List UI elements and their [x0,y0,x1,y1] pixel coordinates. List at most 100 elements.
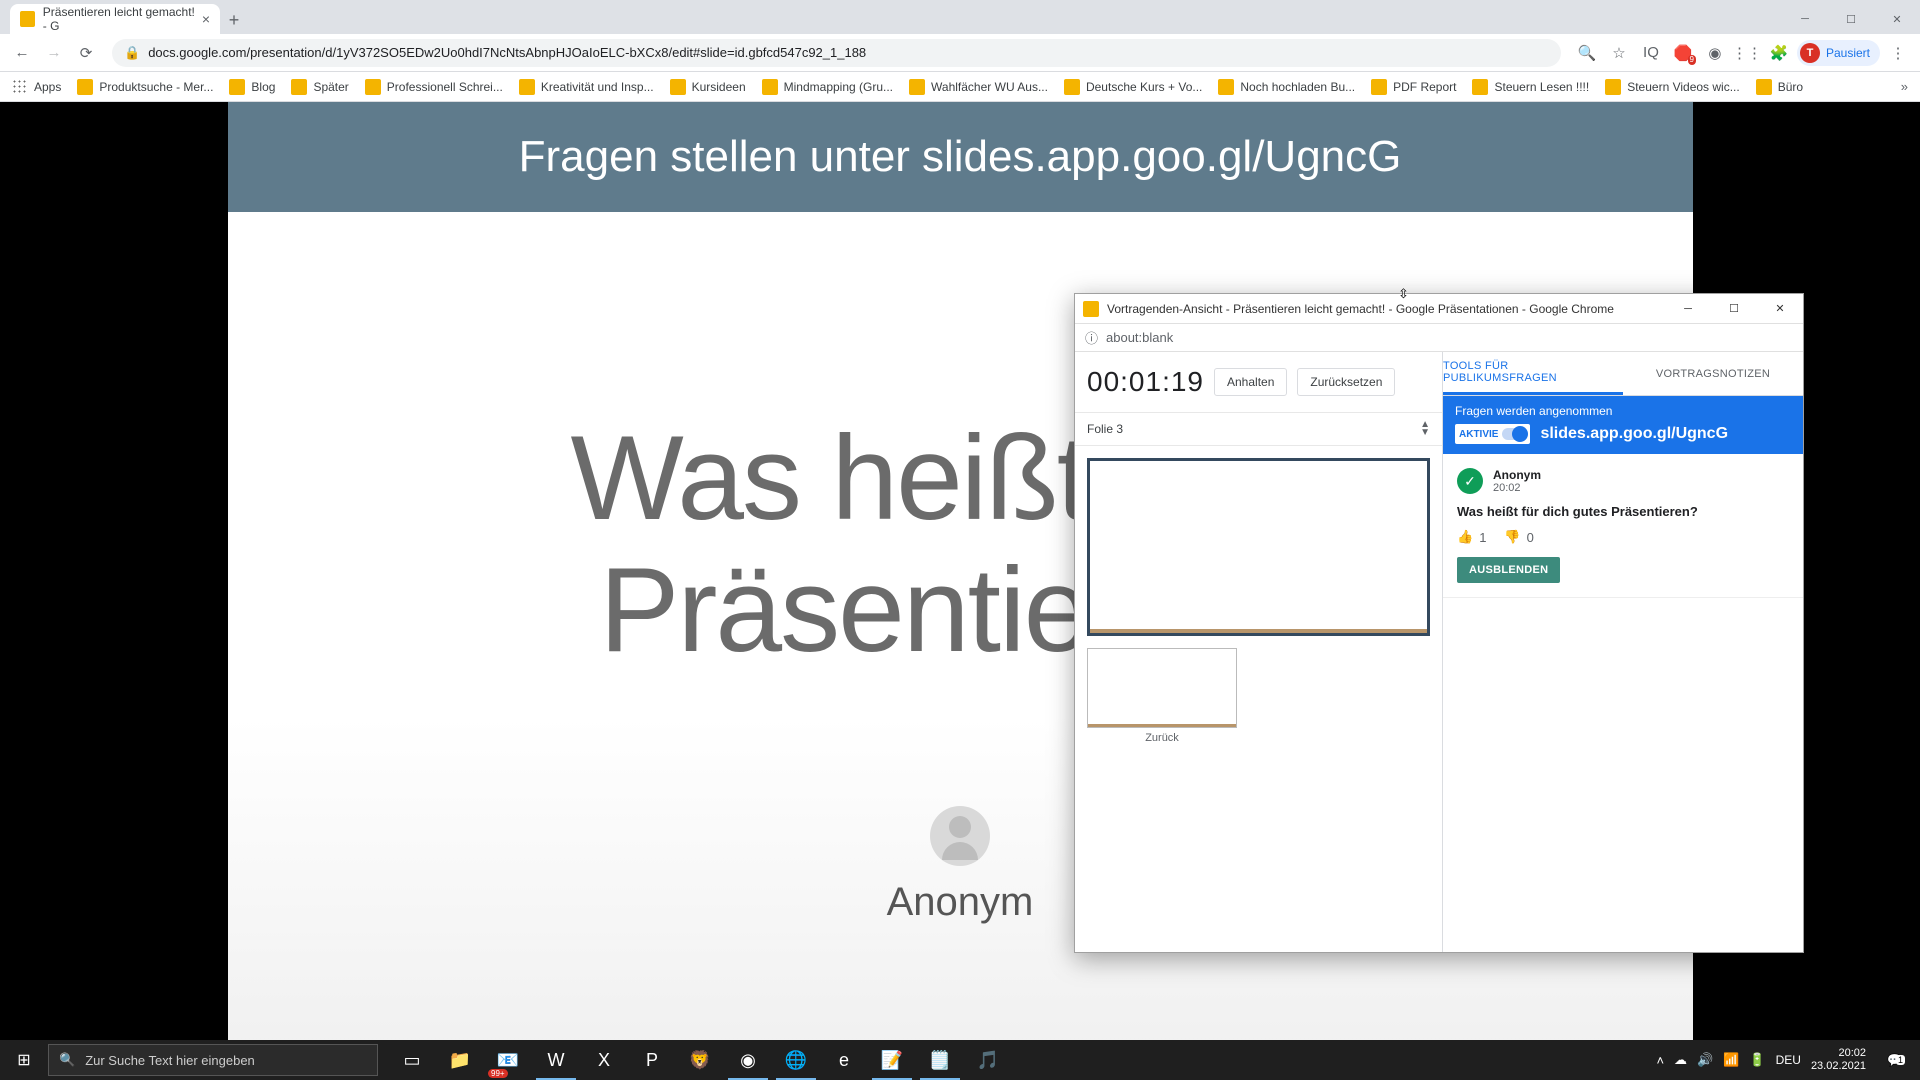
tab-close-icon[interactable]: × [202,11,210,27]
pause-timer-button[interactable]: Anhalten [1214,368,1287,396]
extension-iq-icon[interactable]: IQ [1637,39,1665,67]
close-button[interactable]: ✕ [1874,4,1920,34]
back-button[interactable]: ← [8,39,36,67]
excel-app-icon[interactable]: X [580,1040,628,1080]
bookmark-label: Noch hochladen Bu... [1240,80,1355,94]
notes-app-icon[interactable]: 📝 [868,1040,916,1080]
address-bar[interactable]: 🔒 docs.google.com/presentation/d/1yV372S… [112,39,1561,67]
spotify-app-icon[interactable]: 🎵 [964,1040,1012,1080]
task-view-button[interactable]: ▭ [388,1040,436,1080]
reload-button[interactable]: ⟳ [72,39,100,67]
brave-app-icon[interactable]: 🦁 [676,1040,724,1080]
tray-chevron-icon[interactable]: ˄ [1656,1053,1664,1068]
presenter-tabs: TOOLS FÜR PUBLIKUMSFRAGEN VORTRAGSNOTIZE… [1443,352,1803,396]
apps-grid-icon [12,79,28,95]
hide-question-button[interactable]: AUSBLENDEN [1457,557,1560,583]
bookmark-item[interactable]: Steuern Videos wic... [1605,79,1740,95]
folder-icon [909,79,925,95]
question-header: ✓ Anonym 20:02 [1457,468,1789,494]
taskbar-clock[interactable]: 20:02 23.02.2021 [1811,1047,1866,1073]
bookmarks-overflow-icon[interactable]: » [1901,79,1908,94]
chrome-menu-icon[interactable]: ⋮ [1884,39,1912,67]
edge-app-icon[interactable]: e [820,1040,868,1080]
new-tab-button[interactable]: + [220,6,248,34]
qa-link-row: AKTIVIE slides.app.goo.gl/UgncG [1455,424,1791,444]
bookmark-item[interactable]: Deutsche Kurs + Vo... [1064,79,1202,95]
bookmark-label: Blog [251,80,275,94]
upvote-button[interactable]: 👍 1 [1457,529,1486,545]
current-slide-thumbnail[interactable] [1087,458,1430,636]
keyboard-language[interactable]: DEU [1776,1053,1801,1067]
bookmark-label: Produktsuche - Mer... [99,80,213,94]
popup-minimize-button[interactable]: ─ [1665,294,1711,324]
reset-timer-button[interactable]: Zurücksetzen [1297,368,1395,396]
bookmark-label: Steuern Videos wic... [1627,80,1740,94]
qa-toggle-switch[interactable]: AKTIVIE [1455,424,1530,444]
bookmark-item[interactable]: Noch hochladen Bu... [1218,79,1355,95]
bookmark-item[interactable]: PDF Report [1371,79,1456,95]
bookmark-item[interactable]: Blog [229,79,275,95]
obs-app-icon[interactable]: ◉ [724,1040,772,1080]
bookmark-item[interactable]: Später [291,79,348,95]
tab-speaker-notes[interactable]: VORTRAGSNOTIZEN [1623,352,1803,395]
star-icon[interactable]: ☆ [1605,39,1633,67]
anonymous-avatar-icon [930,806,990,866]
tab-audience-tools[interactable]: TOOLS FÜR PUBLIKUMSFRAGEN [1443,352,1623,395]
resize-cursor-icon: ⇳ [1398,286,1409,302]
chrome-app-icon[interactable]: 🌐 [772,1040,820,1080]
zoom-icon[interactable]: 🔍 [1573,39,1601,67]
search-icon: 🔍 [59,1052,75,1068]
audience-question-card: ✓ Anonym 20:02 Was heißt für dich gutes … [1443,454,1803,598]
question-time: 20:02 [1493,482,1541,494]
profile-chip[interactable]: T Pausiert [1797,40,1880,66]
mail-app-icon[interactable]: 📧99+ [484,1040,532,1080]
slide-selector-dropdown[interactable]: Folie 3 ▲▼ [1075,413,1442,446]
extensions-puzzle-icon[interactable]: 🧩 [1765,39,1793,67]
notepad-app-icon[interactable]: 🗒️ [916,1040,964,1080]
wifi-icon[interactable]: 📶 [1723,1052,1739,1068]
action-center-button[interactable]: 💬1 [1876,1040,1916,1080]
thumbs-down-icon: 👎 [1504,529,1520,545]
qa-banner: Fragen stellen unter slides.app.goo.gl/U… [228,102,1693,212]
popup-close-button[interactable]: ✕ [1757,294,1803,324]
bookmark-item[interactable]: Kreativität und Insp... [519,79,654,95]
word-app-icon[interactable]: W [532,1040,580,1080]
apps-shortcut[interactable]: Apps [12,79,61,95]
bookmark-item[interactable]: Büro [1756,79,1803,95]
question-meta: Anonym 20:02 [1493,468,1541,494]
bookmark-item[interactable]: Steuern Lesen !!!! [1472,79,1589,95]
bookmark-item[interactable]: Wahlfächer WU Aus... [909,79,1048,95]
downvote-button[interactable]: 👎 0 [1504,529,1533,545]
popup-url: about:blank [1106,330,1173,345]
chrome-titlebar: Präsentieren leicht gemacht! - G × + ─ ☐… [0,0,1920,34]
adblock-icon[interactable]: 🛑9 [1669,39,1697,67]
profile-status: Pausiert [1826,46,1870,60]
onedrive-icon[interactable]: ☁ [1674,1052,1687,1068]
taskbar-search-input[interactable]: 🔍 Zur Suche Text hier eingeben [48,1044,378,1076]
bookmark-item[interactable]: Kursideen [670,79,746,95]
start-button[interactable]: ⊞ [0,1040,48,1080]
presentation-timer: 00:01:19 [1087,366,1204,398]
presenter-view-window[interactable]: Vortragenden-Ansicht - Präsentieren leic… [1074,293,1804,953]
info-icon[interactable]: ⓘ [1085,328,1098,347]
popup-maximize-button[interactable]: ☐ [1711,294,1757,324]
battery-icon[interactable]: 🔋 [1749,1052,1765,1068]
window-controls: ─ ☐ ✕ [1782,4,1920,34]
question-selected-check-icon[interactable]: ✓ [1457,468,1483,494]
popup-titlebar[interactable]: Vortragenden-Ansicht - Präsentieren leic… [1075,294,1803,324]
extension-dots-icon[interactable]: ⋮⋮ [1733,39,1761,67]
powerpoint-app-icon[interactable]: P [628,1040,676,1080]
minimize-button[interactable]: ─ [1782,4,1828,34]
forward-button[interactable]: → [40,39,68,67]
browser-tab[interactable]: Präsentieren leicht gemacht! - G × [10,4,220,34]
extension-circle-icon[interactable]: ◉ [1701,39,1729,67]
bookmark-item[interactable]: Professionell Schrei... [365,79,503,95]
previous-slide-label: Zurück [1087,732,1237,744]
maximize-button[interactable]: ☐ [1828,4,1874,34]
volume-icon[interactable]: 🔊 [1697,1052,1713,1068]
previous-slide-thumbnail[interactable] [1087,648,1237,728]
anonymous-author-block: Anonym [887,806,1034,925]
bookmark-item[interactable]: Mindmapping (Gru... [762,79,893,95]
file-explorer-icon[interactable]: 📁 [436,1040,484,1080]
bookmark-item[interactable]: Produktsuche - Mer... [77,79,213,95]
